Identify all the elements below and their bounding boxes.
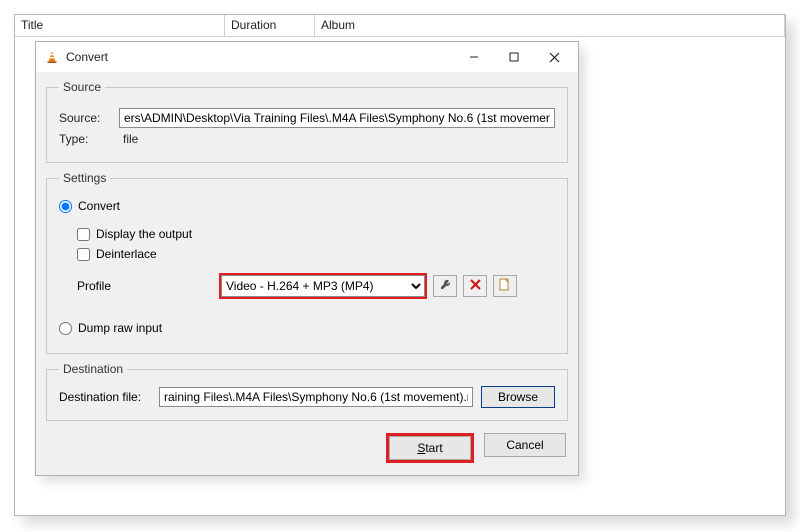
deinterlace-checkbox-input[interactable]: [77, 248, 90, 261]
close-button[interactable]: [534, 43, 574, 71]
source-input[interactable]: [119, 108, 555, 128]
destination-legend: Destination: [59, 362, 127, 376]
convert-radio-label: Convert: [78, 199, 120, 213]
main-window: Title Duration Album Convert: [14, 14, 786, 516]
dump-raw-radio[interactable]: Dump raw input: [59, 321, 555, 335]
deinterlace-checkbox[interactable]: Deinterlace: [77, 247, 555, 261]
wrench-icon: [439, 278, 452, 294]
column-album[interactable]: Album: [315, 15, 785, 36]
source-label: Source:: [59, 111, 119, 125]
column-duration[interactable]: Duration: [225, 15, 315, 36]
convert-radio[interactable]: Convert: [59, 199, 555, 213]
destination-label: Destination file:: [59, 390, 159, 404]
settings-legend: Settings: [59, 171, 110, 185]
new-file-icon: [499, 278, 511, 294]
type-label: Type:: [59, 132, 119, 146]
playlist-header: Title Duration Album: [15, 15, 785, 37]
start-button[interactable]: SStarttart: [389, 436, 471, 460]
edit-profile-button[interactable]: [433, 275, 457, 297]
dump-raw-radio-input[interactable]: [59, 322, 72, 335]
column-title[interactable]: Title: [15, 15, 225, 36]
convert-radio-input[interactable]: [59, 200, 72, 213]
dialog-body: Source Source: Type: file Settings Conve…: [36, 72, 578, 475]
start-button-highlight: SStarttart: [386, 433, 474, 463]
delete-profile-button[interactable]: [463, 275, 487, 297]
cancel-button[interactable]: Cancel: [484, 433, 566, 457]
destination-input[interactable]: [159, 387, 473, 407]
profile-select-highlight: Video - H.264 + MP3 (MP4): [219, 273, 427, 299]
dialog-title: Convert: [66, 50, 454, 64]
dump-raw-label: Dump raw input: [78, 321, 162, 335]
settings-group: Settings Convert Display the output Dein…: [46, 171, 568, 354]
destination-group: Destination Destination file: Browse: [46, 362, 568, 421]
type-value: file: [119, 132, 138, 146]
new-profile-button[interactable]: [493, 275, 517, 297]
maximize-button[interactable]: [494, 43, 534, 71]
x-icon: [470, 279, 481, 293]
deinterlace-label: Deinterlace: [96, 247, 157, 261]
profile-select[interactable]: Video - H.264 + MP3 (MP4): [221, 275, 425, 297]
dialog-footer: SStarttart Cancel: [46, 429, 568, 465]
profile-label: Profile: [77, 279, 219, 293]
vlc-cone-icon: [44, 49, 60, 65]
browse-button[interactable]: Browse: [481, 386, 555, 408]
display-output-checkbox[interactable]: Display the output: [77, 227, 555, 241]
titlebar: Convert: [36, 42, 578, 72]
source-legend: Source: [59, 80, 105, 94]
convert-dialog: Convert Source Source: Type: file: [35, 41, 579, 476]
minimize-button[interactable]: [454, 43, 494, 71]
start-button-label: SStarttart: [417, 441, 442, 455]
display-output-checkbox-input[interactable]: [77, 228, 90, 241]
display-output-label: Display the output: [96, 227, 192, 241]
source-group: Source Source: Type: file: [46, 80, 568, 163]
